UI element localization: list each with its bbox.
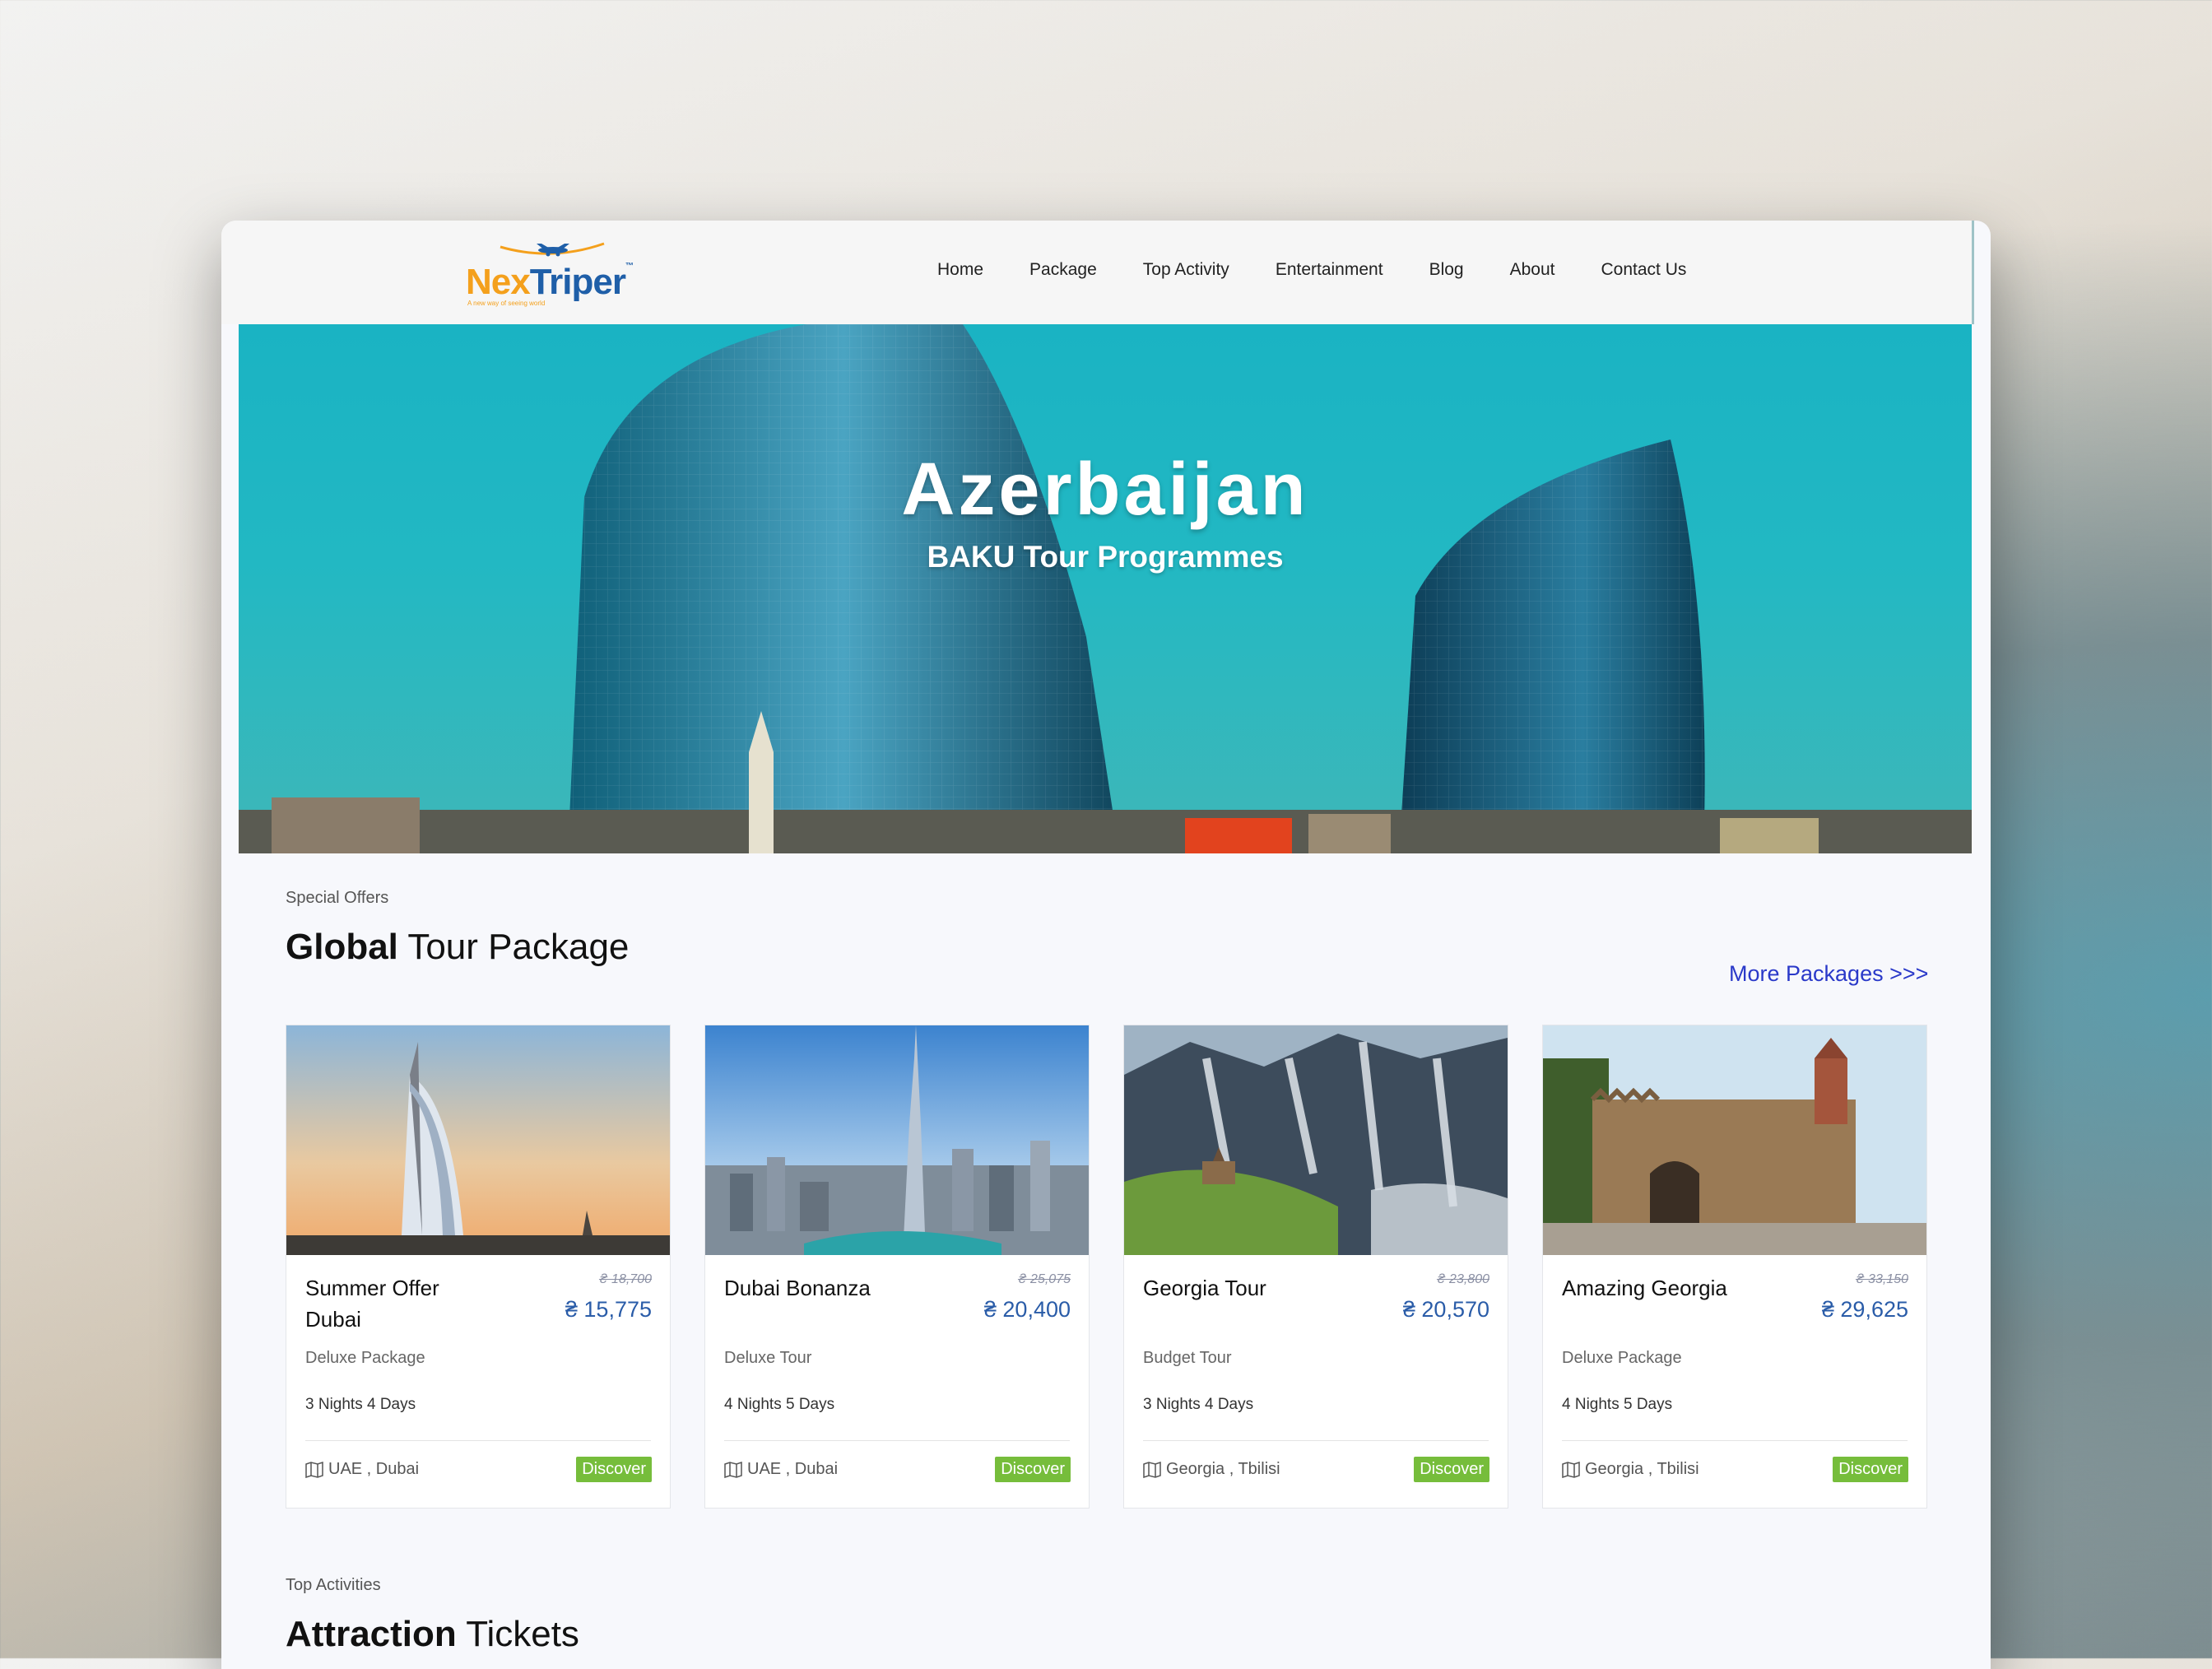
main-nav: Home Package Top Activity Entertainment … [937,260,1732,280]
activities-title: Attraction Tickets [286,1614,579,1654]
discover-button[interactable]: Discover [1833,1457,1908,1482]
nav-entertainment[interactable]: Entertainment [1276,260,1383,280]
package-price: ₴ 29,625 [1821,1297,1908,1322]
site-logo[interactable]: NexTriper™ A new way of seeing world [466,239,639,309]
package-category: Deluxe Package [1562,1349,1682,1367]
map-icon [1562,1461,1580,1478]
package-duration: 3 Nights 4 Days [1143,1396,1254,1413]
hero-title: Azerbaijan [901,449,1309,531]
card-divider [305,1440,651,1441]
map-icon [1143,1461,1161,1478]
package-card[interactable]: Amazing Georgia ₴ 33,150 ₴ 29,625 Deluxe… [1542,1025,1927,1509]
hero-banner: Azerbaijan BAKU Tour Programmes [239,324,1972,853]
package-old-price: ₴ 18,700 [598,1272,652,1286]
map-icon [305,1461,323,1478]
airplane-icon [500,242,605,257]
package-price: ₴ 15,775 [565,1297,652,1322]
hero-image [239,324,1972,853]
activities-eyebrow: Top Activities [286,1576,381,1594]
card-divider [1143,1440,1489,1441]
package-duration: 4 Nights 5 Days [1562,1396,1673,1413]
package-name: Dubai Bonanza [724,1276,871,1300]
more-packages-link[interactable]: More Packages >>> [1729,961,1928,987]
nav-top-activity[interactable]: Top Activity [1143,260,1229,280]
package-card[interactable]: Summer Offer Dubai ₴ 18,700 ₴ 15,775 Del… [286,1025,671,1509]
packages-eyebrow: Special Offers [286,889,389,907]
discover-button[interactable]: Discover [995,1457,1071,1482]
package-location: Georgia , Tbilisi [1562,1460,1699,1479]
package-price: ₴ 20,400 [983,1297,1071,1322]
package-old-price: ₴ 23,800 [1436,1272,1489,1286]
package-card[interactable]: Dubai Bonanza ₴ 25,075 ₴ 20,400 Deluxe T… [704,1025,1090,1509]
package-location: UAE , Dubai [305,1460,419,1479]
package-name: Georgia Tour [1143,1276,1266,1300]
package-name: Amazing Georgia [1562,1276,1727,1300]
logo-tagline: A new way of seeing world [467,300,546,307]
nav-about[interactable]: About [1510,260,1555,280]
package-name: Summer Offer Dubai [305,1276,439,1332]
package-image [1543,1025,1926,1255]
logo-wordmark: NexTriper™ [466,262,634,302]
nav-home[interactable]: Home [937,260,983,280]
card-divider [1562,1440,1908,1441]
discover-button[interactable]: Discover [576,1457,652,1482]
package-image [705,1025,1089,1255]
package-price: ₴ 20,570 [1402,1297,1489,1322]
package-location: UAE , Dubai [724,1460,838,1479]
package-category: Deluxe Tour [724,1349,812,1367]
package-image [1124,1025,1508,1255]
package-card[interactable]: Georgia Tour ₴ 23,800 ₴ 20,570 Budget To… [1123,1025,1508,1509]
card-divider [724,1440,1070,1441]
nav-package[interactable]: Package [1029,260,1097,280]
packages-title: Global Tour Package [286,927,630,967]
map-icon [724,1461,742,1478]
nav-blog[interactable]: Blog [1429,260,1464,280]
package-category: Budget Tour [1143,1349,1232,1367]
package-location: Georgia , Tbilisi [1143,1460,1280,1479]
nav-contact-us[interactable]: Contact Us [1601,260,1686,280]
hero-subtitle: BAKU Tour Programmes [927,540,1284,574]
discover-button[interactable]: Discover [1414,1457,1489,1482]
package-duration: 4 Nights 5 Days [724,1396,835,1413]
package-old-price: ₴ 25,075 [1017,1272,1071,1286]
package-duration: 3 Nights 4 Days [305,1396,416,1413]
browser-frame: NexTriper™ A new way of seeing world Hom… [221,221,1991,1669]
package-category: Deluxe Package [305,1349,425,1367]
site-header: NexTriper™ A new way of seeing world Hom… [221,221,1974,324]
package-old-price: ₴ 33,150 [1855,1272,1908,1286]
package-image [286,1025,670,1255]
